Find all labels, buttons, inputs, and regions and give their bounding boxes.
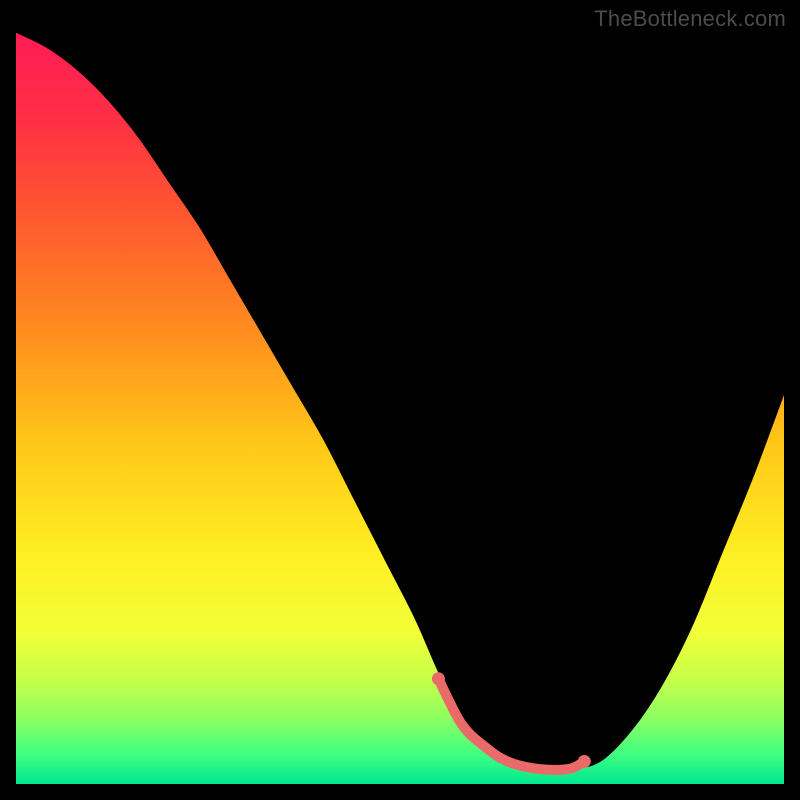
range-start-dot (432, 672, 445, 685)
bottleneck-curve (16, 32, 784, 770)
curve-layer (16, 32, 784, 784)
chart-container: TheBottleneck.com (0, 0, 800, 800)
plot-area (16, 32, 784, 784)
optimal-segment (438, 679, 584, 770)
watermark-text: TheBottleneck.com (594, 6, 786, 32)
range-end-dot (578, 755, 591, 768)
